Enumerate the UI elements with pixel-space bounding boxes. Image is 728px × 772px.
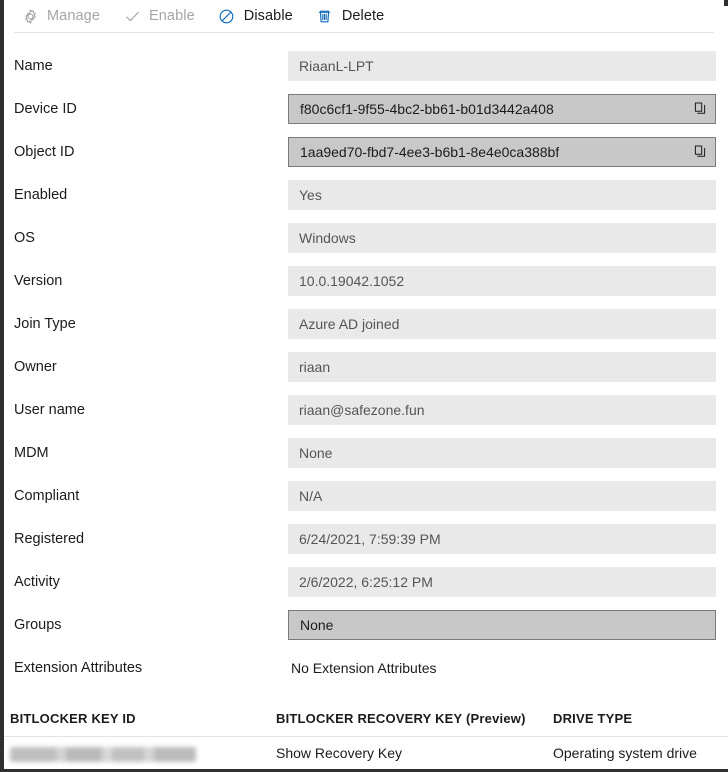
field-value-join-type: Azure AD joined [288,308,716,339]
field-row-enabled: Enabled Yes [4,173,728,216]
field-label-device-id: Device ID [14,100,77,117]
field-value-text-object-id: 1aa9ed70-fbd7-4ee3-b6b1-8e4e0ca388bf [300,143,560,160]
field-value-extension-attributes: No Extension Attributes [288,653,716,683]
field-label-object-id: Object ID [14,143,75,160]
show-recovery-key-link[interactable]: Show Recovery Key [276,745,402,761]
block-icon [217,6,237,26]
field-row-extension-attributes: Extension Attributes No Extension Attribu… [4,646,728,689]
trash-icon [315,6,335,26]
field-value-text-registered: 6/24/2021, 7:59:39 PM [299,530,441,547]
disable-button[interactable]: Disable [213,1,303,31]
enable-button[interactable]: Enable [118,1,205,31]
field-value-text-activity: 2/6/2022, 6:25:12 PM [299,573,433,590]
field-label-enabled: Enabled [14,186,68,203]
field-row-device-id: Device ID f80c6cf1-9f55-4bc2-bb61-b01d344… [4,87,728,130]
field-value-owner: riaan [288,351,716,382]
bitlocker-key-id-cell [10,745,196,762]
field-label-extension-attributes: Extension Attributes [14,659,143,676]
field-row-os: OS Windows [4,216,728,259]
copy-icon[interactable] [689,98,711,120]
manage-button-label: Manage [47,8,100,24]
field-value-text-join-type: Azure AD joined [299,315,400,332]
column-header-bitlocker-recovery-key: BITLOCKER RECOVERY KEY (Preview) [276,711,526,726]
field-value-text-os: Windows [299,229,356,246]
field-value-text-user-name: riaan@safezone.fun [299,401,425,418]
field-value-os: Windows [288,222,716,253]
field-value-name: RiaanL-LPT [288,50,716,81]
field-label-name: Name [14,57,53,74]
field-label-compliant: Compliant [14,487,80,504]
field-row-owner: Owner riaan [4,345,728,388]
field-value-activity: 2/6/2022, 6:25:12 PM [288,566,716,597]
delete-button[interactable]: Delete [311,1,395,31]
field-value-object-id[interactable]: 1aa9ed70-fbd7-4ee3-b6b1-8e4e0ca388bf [288,136,716,167]
field-label-activity: Activity [14,573,60,590]
field-value-text-version: 10.0.19042.1052 [299,272,405,289]
field-row-version: Version 10.0.19042.1052 [4,259,728,302]
field-row-user-name: User name riaan@safezone.fun [4,388,728,431]
bitlocker-table-header: BITLOCKER KEY ID BITLOCKER RECOVERY KEY … [4,700,728,737]
field-value-registered: 6/24/2021, 7:59:39 PM [288,523,716,554]
manage-button[interactable]: Manage [16,1,110,31]
bitlocker-table-row: Show Recovery Key Operating system drive [4,736,728,770]
field-row-compliant: Compliant N/A [4,474,728,517]
column-header-drive-type: DRIVE TYPE [553,711,633,726]
field-label-mdm: MDM [14,444,49,461]
window-frame-right [724,0,728,6]
check-icon [122,6,142,26]
field-value-text-name: RiaanL-LPT [299,57,374,74]
field-row-join-type: Join Type Azure AD joined [4,302,728,345]
field-value-version: 10.0.19042.1052 [288,265,716,296]
disable-button-label: Disable [243,8,293,24]
column-header-bitlocker-key-id: BITLOCKER KEY ID [10,711,136,726]
field-value-text-extension-attributes: No Extension Attributes [291,659,437,676]
field-label-os: OS [14,229,35,246]
toolbar-divider [14,32,714,33]
field-row-registered: Registered 6/24/2021, 7:59:39 PM [4,517,728,560]
gear-icon [20,6,40,26]
field-value-device-id[interactable]: f80c6cf1-9f55-4bc2-bb61-b01d3442a408 [288,93,716,124]
command-toolbar: Manage Enable Disable Delete [4,0,728,32]
field-label-registered: Registered [14,530,85,547]
field-label-version: Version [14,272,63,289]
field-value-text-device-id: f80c6cf1-9f55-4bc2-bb61-b01d3442a408 [300,100,554,117]
field-label-join-type: Join Type [14,315,76,332]
field-row-activity: Activity 2/6/2022, 6:25:12 PM [4,560,728,603]
field-value-mdm: None [288,437,716,468]
field-value-text-owner: riaan [299,358,331,375]
field-row-object-id: Object ID 1aa9ed70-fbd7-4ee3-b6b1-8e4e0ca… [4,130,728,173]
drive-type-cell: Operating system drive [553,745,697,761]
field-value-text-groups: None [300,616,334,633]
redacted-key-id [10,746,196,762]
field-value-enabled: Yes [288,179,716,210]
device-details-panel: Manage Enable Disable Delete Name RiaanL-LPT… [0,0,728,772]
field-value-groups[interactable]: None [288,609,716,640]
enable-button-label: Enable [149,8,195,24]
field-row-groups: Groups None [4,603,728,646]
window-frame-left [0,0,4,772]
field-row-mdm: MDM None [4,431,728,474]
field-label-groups: Groups [14,616,62,633]
field-value-text-enabled: Yes [299,186,322,203]
copy-icon[interactable] [689,141,711,163]
device-properties-form: Name RiaanL-LPT Device ID f80c6cf1-9f55-4bc… [4,44,728,689]
field-row-name: Name RiaanL-LPT [4,44,728,87]
field-label-owner: Owner [14,358,57,375]
field-value-text-mdm: None [299,444,333,461]
field-label-user-name: User name [14,401,85,418]
field-value-compliant: N/A [288,480,716,511]
bitlocker-keys-table: BITLOCKER KEY ID BITLOCKER RECOVERY KEY … [4,700,728,770]
field-value-user-name: riaan@safezone.fun [288,394,716,425]
delete-button-label: Delete [341,8,385,24]
field-value-text-compliant: N/A [299,487,323,504]
